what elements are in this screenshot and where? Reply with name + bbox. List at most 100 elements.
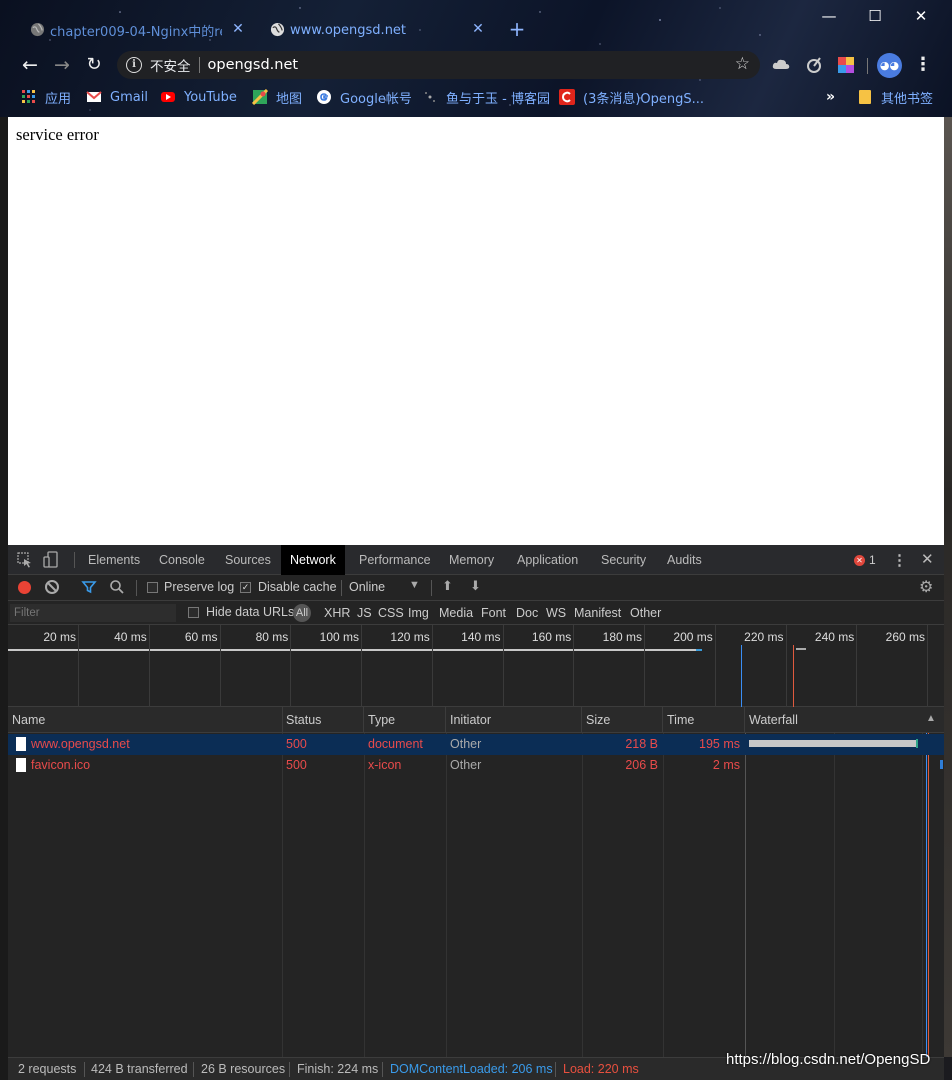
search-icon[interactable] (109, 579, 125, 595)
filter-media[interactable]: Media (439, 606, 473, 620)
table-row[interactable]: favicon.ico 500 x-icon Other 206 B 2 ms (8, 755, 944, 776)
filter-xhr[interactable]: XHR (324, 606, 350, 620)
tab-elements[interactable]: Elements (79, 545, 149, 575)
cloud-extension-icon[interactable] (771, 55, 791, 75)
waterfall-bar[interactable] (940, 760, 943, 769)
tab-close-icon[interactable]: ✕ (470, 21, 486, 37)
table-row[interactable]: www.opengsd.net 500 document Other 218 B… (8, 734, 944, 755)
filter-all[interactable]: All (293, 604, 311, 622)
tab-sources[interactable]: Sources (216, 545, 280, 575)
bookmark-blog[interactable]: 鱼与于玉 - 博客园 (422, 86, 550, 108)
filter-ws[interactable]: WS (546, 606, 566, 620)
column-divider (282, 733, 283, 1057)
filter-js[interactable]: JS (357, 606, 372, 620)
waterfall-load-line (928, 733, 929, 1057)
request-initiator: Other (450, 758, 482, 772)
bookmarks-overflow-button[interactable]: » (826, 86, 835, 108)
folder-icon (859, 90, 871, 104)
request-name[interactable]: favicon.ico (31, 755, 281, 776)
bookmark-label: Gmail (110, 89, 148, 105)
filter-manifest[interactable]: Manifest (574, 606, 621, 620)
sort-ascending-icon[interactable]: ▲ (926, 713, 936, 724)
preserve-log-checkbox[interactable] (147, 582, 158, 593)
filter-css[interactable]: CSS (378, 606, 404, 620)
column-header-time[interactable]: Time (663, 707, 745, 733)
hide-data-urls-checkbox[interactable] (188, 607, 199, 618)
google-icon (317, 90, 331, 104)
overview-request-bar (8, 649, 702, 651)
bookmark-google-account[interactable]: Google帐号 (316, 86, 412, 108)
bookmark-maps[interactable]: 地图 (252, 86, 302, 108)
error-count-badge[interactable]: ✕ 1 (854, 553, 876, 567)
browser-chrome: chapter009-04-Nginx中的rewr ✕ www.opengsd.… (0, 0, 952, 117)
tab-opengsd[interactable]: www.opengsd.net ✕ (260, 14, 492, 46)
other-bookmarks-folder[interactable]: 其他书签 (859, 86, 933, 108)
tab-close-icon[interactable]: ✕ (230, 21, 246, 37)
url-text[interactable]: opengsd.net (208, 57, 299, 73)
filter-other[interactable]: Other (630, 606, 661, 620)
forward-arrow-icon[interactable]: → (49, 52, 75, 78)
column-header-waterfall[interactable]: Waterfall (745, 707, 944, 733)
tab-audits[interactable]: Audits (658, 545, 711, 575)
clear-icon[interactable] (45, 580, 59, 594)
colorful-extension-icon[interactable] (836, 55, 856, 75)
page-viewport: service error (8, 117, 944, 545)
tab-console[interactable]: Console (150, 545, 214, 575)
tab-performance[interactable]: Performance (350, 545, 440, 575)
more-menu-icon[interactable]: ⋮ (914, 54, 932, 76)
request-name[interactable]: www.opengsd.net (31, 734, 281, 755)
tab-memory[interactable]: Memory (440, 545, 503, 575)
tab-divider (74, 552, 75, 568)
satellite-extension-icon[interactable] (804, 55, 824, 75)
tab-chapter009[interactable]: chapter009-04-Nginx中的rewr ✕ (20, 14, 252, 46)
filter-icon[interactable] (81, 579, 97, 595)
device-toolbar-icon[interactable] (43, 551, 61, 569)
bookmark-apps[interactable]: 应用 (21, 86, 71, 108)
minimize-button[interactable]: — (806, 4, 852, 28)
throttling-select[interactable]: Online (349, 580, 385, 594)
chevron-down-icon[interactable]: ▼ (409, 579, 420, 591)
tab-application[interactable]: Application (508, 545, 587, 575)
close-window-button[interactable]: ✕ (898, 4, 944, 28)
devtools-tab-bar: Elements Console Sources Network Perform… (8, 545, 944, 575)
page-body-text: service error (16, 125, 99, 144)
waterfall-bar[interactable] (749, 740, 917, 747)
overview-gridline (290, 625, 292, 707)
maximize-button[interactable]: ☐ (852, 4, 898, 28)
bookmark-csdn[interactable]: (3条消息)OpengS... (559, 86, 704, 108)
overview-tick-label: 140 ms (461, 630, 501, 644)
export-har-icon[interactable]: ⬇ (470, 578, 481, 594)
new-tab-button[interactable]: + (506, 16, 528, 42)
import-har-icon[interactable]: ⬆ (442, 578, 453, 594)
column-header-type[interactable]: Type (364, 707, 446, 733)
column-header-name[interactable]: Name (8, 707, 283, 733)
bookmark-youtube[interactable]: YouTube (160, 86, 237, 108)
info-icon[interactable]: i (126, 57, 142, 73)
filter-input[interactable] (10, 604, 176, 622)
back-arrow-icon[interactable]: ← (17, 52, 43, 78)
record-icon[interactable] (18, 581, 31, 594)
column-header-size[interactable]: Size (582, 707, 663, 733)
bookmark-gmail[interactable]: Gmail (86, 86, 148, 108)
network-overview-timeline[interactable]: 20 ms 40 ms 60 ms 80 ms 100 ms 120 ms 140 ms 16… (8, 625, 944, 707)
column-header-status[interactable]: Status (282, 707, 364, 733)
filter-font[interactable]: Font (481, 606, 506, 620)
column-header-initiator[interactable]: Initiator (446, 707, 582, 733)
hide-data-urls-label: Hide data URLs (206, 605, 295, 619)
tab-network[interactable]: Network (281, 545, 345, 575)
address-bar[interactable]: i 不安全 opengsd.net ☆ (117, 51, 760, 79)
tab-security[interactable]: Security (592, 545, 655, 575)
inspect-element-icon[interactable] (16, 551, 34, 569)
overview-tick-label: 200 ms (673, 630, 713, 644)
devtools-menu-icon[interactable]: ⋮ (892, 551, 907, 569)
devtools-close-icon[interactable]: ✕ (921, 550, 934, 568)
gear-icon[interactable]: ⚙ (919, 577, 933, 597)
bookmark-label: (3条消息)OpengS... (583, 91, 705, 107)
bookmark-star-icon[interactable]: ☆ (735, 54, 750, 74)
security-label[interactable]: 不安全 (150, 55, 191, 75)
profile-avatar[interactable]: ◕◕ (877, 53, 902, 78)
disable-cache-checkbox[interactable]: ✓ (240, 582, 251, 593)
reload-icon[interactable]: ↻ (81, 52, 107, 78)
filter-doc[interactable]: Doc (516, 606, 538, 620)
filter-img[interactable]: Img (408, 606, 429, 620)
